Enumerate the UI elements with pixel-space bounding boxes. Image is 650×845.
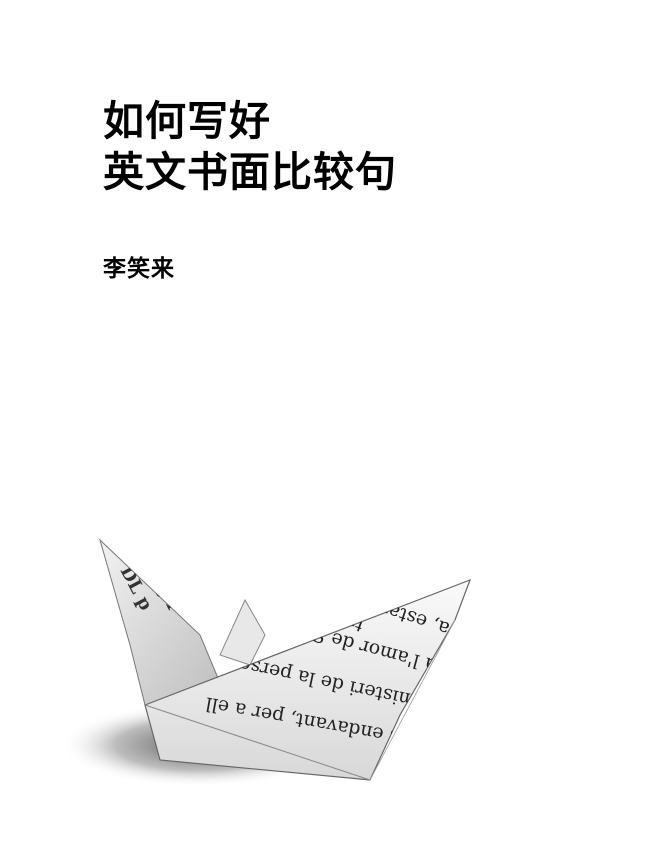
title-line-2: 英文书面比较句 xyxy=(103,148,397,196)
paper-boat-illustration: DL p O Ŋ I ɹ ʇ tums de Swann, era, estav… xyxy=(60,538,472,787)
book-title: 如何写好 英文书面比较句 xyxy=(103,96,397,198)
title-line-1: 如何写好 xyxy=(103,97,271,145)
svg-text:ɹ ʇ: ɹ ʇ xyxy=(164,567,195,599)
boat-center-peak xyxy=(219,598,266,666)
boat-rear-sail xyxy=(99,538,226,706)
author-name: 李笑来 xyxy=(103,256,175,282)
